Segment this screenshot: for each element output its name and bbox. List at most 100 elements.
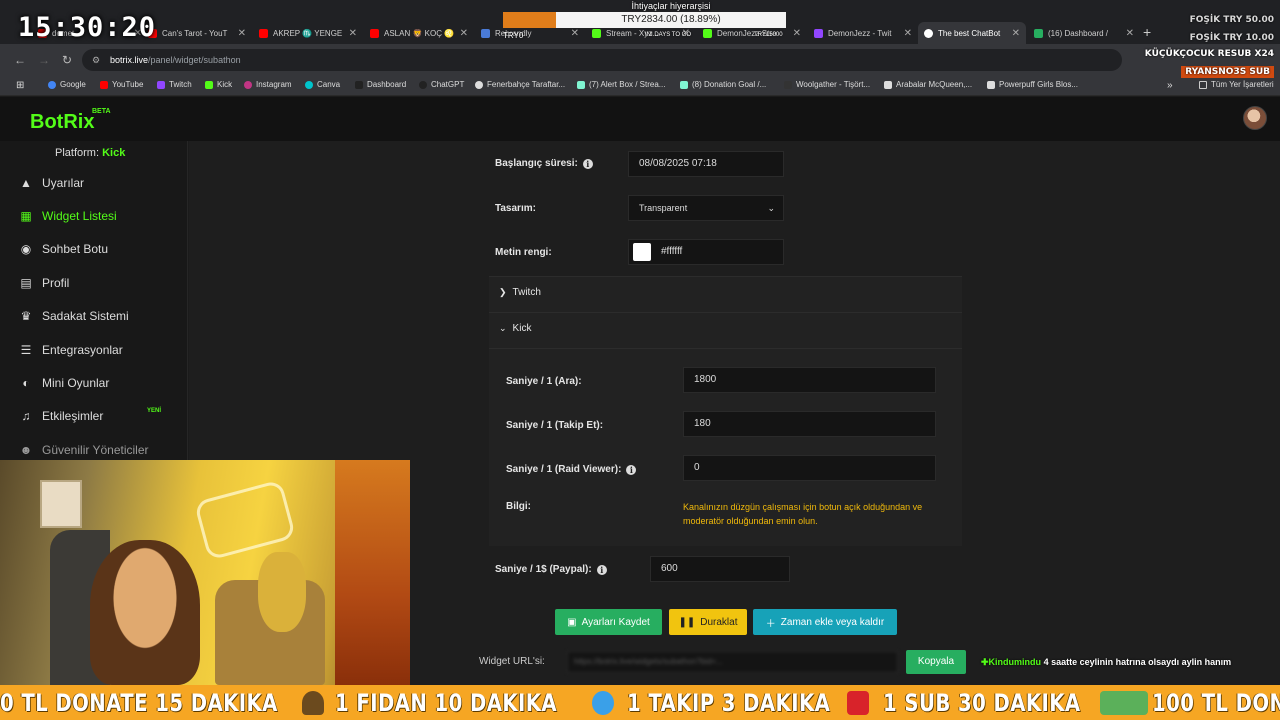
bookmark-dashboard[interactable]: Dashboard xyxy=(355,80,406,89)
url-field[interactable]: ⚙ botrix.live/panel/widget/subathon xyxy=(82,49,1122,71)
chevron-right-icon: ❯ xyxy=(499,287,507,297)
sidebar-item-interactions[interactable]: ♫ Etkileşimler xyxy=(18,405,104,427)
beta-badge: BETA xyxy=(92,108,111,115)
grid-icon: ▦ xyxy=(20,209,32,223)
botrix-logo[interactable]: BotRix xyxy=(30,111,94,134)
close-tab-icon[interactable]: ✕ xyxy=(904,28,912,39)
apps-grid-icon[interactable]: ⊞ xyxy=(16,80,24,91)
all-bookmarks[interactable]: Tüm Yer İşaretleri xyxy=(1199,80,1274,89)
bookmark-woolgather[interactable]: Woolgather - Tişört... xyxy=(784,80,870,89)
kick-follow-label: Saniye / 1 (Takip Et): xyxy=(506,420,604,431)
info-text: Kanalınızın düzgün çalışması için botun … xyxy=(683,502,923,526)
bookmark-youtube[interactable]: YouTube xyxy=(100,80,143,89)
bot-icon: ◉ xyxy=(20,242,32,256)
layers-icon: ☰ xyxy=(20,343,32,357)
info-icon[interactable]: i xyxy=(626,464,637,475)
bookmark-google[interactable]: Google xyxy=(48,80,86,89)
sidebar-item-integrations[interactable]: ☰ Entegrasyonlar xyxy=(18,339,123,361)
youtube-icon xyxy=(259,28,268,38)
add-remove-time-button[interactable]: ＋ Zaman ekle veya kaldır xyxy=(753,609,897,635)
color-swatch[interactable] xyxy=(633,243,651,261)
info-icon[interactable]: i xyxy=(582,158,593,169)
etsy-icon xyxy=(987,80,995,89)
sidebar-item-trusted-managers[interactable]: ☻ Güvenilir Yöneticiler xyxy=(18,439,149,461)
plus-icon: ＋ xyxy=(765,618,776,630)
start-time-input[interactable]: 08/08/2025 07:18 xyxy=(628,151,784,177)
design-select[interactable]: Transparent ⌄ xyxy=(628,195,784,221)
close-tab-icon[interactable]: ✕ xyxy=(460,28,468,39)
bookmark-alert-box[interactable]: (7) Alert Box / Strea... xyxy=(577,80,665,89)
browser-tab[interactable]: Can's Tarot - YouT ✕ xyxy=(148,22,246,44)
bookmark-donation-goal[interactable]: (8) Donation Goal /... xyxy=(680,80,766,89)
save-settings-button[interactable]: ▣ Ayarları Kaydet xyxy=(555,609,662,635)
browser-tab[interactable]: AKREP ♏ YENGE ✕ xyxy=(259,22,357,44)
close-tab-icon[interactable]: ✕ xyxy=(349,28,357,39)
bookmark-chatgpt[interactable]: ChatGPT xyxy=(419,80,464,89)
info-icon[interactable]: i xyxy=(596,564,607,575)
text-color-input[interactable]: #ffffff xyxy=(628,239,784,265)
users-icon: ☻ xyxy=(19,443,33,457)
sidebar-item-widget-list[interactable]: ▦ Widget Listesi xyxy=(18,205,116,227)
browser-tab-active[interactable]: The best ChatBot ✕ xyxy=(918,22,1026,44)
widget-url-input[interactable]: https://botrix.live/widgets/subathon?bid… xyxy=(567,651,898,673)
user-avatar[interactable] xyxy=(1243,106,1267,130)
copy-button[interactable]: Kopyala xyxy=(906,650,966,674)
twitch-accordion-header[interactable]: ❯ Twitch xyxy=(499,287,541,298)
bookmark-instagram[interactable]: Instagram xyxy=(244,80,292,89)
sidebar-item-alerts[interactable]: ▲ Uyarılar xyxy=(18,172,84,194)
forward-icon[interactable]: → xyxy=(38,53,50,67)
ticker-item: 1 TAKIP 3 DAKIKA xyxy=(627,689,831,717)
pause-button[interactable]: ❚❚ Duraklat xyxy=(669,609,747,635)
sidebar-item-loyalty[interactable]: ♛ Sadakat Sistemi xyxy=(18,305,129,327)
sidebar-item-mini-games[interactable]: ◐ Mini Oyunlar xyxy=(18,372,109,394)
widget-url-label: Widget URL'si: xyxy=(479,656,545,667)
close-tab-icon[interactable]: ✕ xyxy=(1126,28,1134,39)
save-icon: ▣ xyxy=(567,616,577,628)
paypal-label: Saniye / 1$ (Paypal): i xyxy=(495,564,607,575)
close-tab-icon[interactable]: ✕ xyxy=(238,28,246,39)
chevron-down-icon: ⌄ xyxy=(499,323,507,333)
music-icon: ♫ xyxy=(21,409,31,423)
streamlabs-icon xyxy=(680,80,688,89)
close-tab-icon[interactable]: ✕ xyxy=(793,28,801,39)
browser-tab[interactable]: ASLAN 🦁 KOÇ ♌ ✕ xyxy=(370,22,468,44)
botrix-icon xyxy=(924,28,933,38)
sidebar-item-profile[interactable]: ▤ Profil xyxy=(18,272,69,294)
kick-accordion-header[interactable]: ⌄ Kick xyxy=(499,323,531,334)
new-tab-button[interactable]: + xyxy=(1143,24,1151,40)
close-tab-icon[interactable]: ✕ xyxy=(1012,28,1020,39)
kick-sub-input[interactable]: 1800 xyxy=(683,367,936,393)
site-info-icon[interactable]: ⚙ xyxy=(92,49,100,71)
id-card-icon: ▤ xyxy=(20,276,32,290)
etsy-icon xyxy=(884,80,892,89)
bookmark-kick[interactable]: Kick xyxy=(205,80,232,89)
twitch-accordion[interactable] xyxy=(489,276,962,312)
try-small-label: TRY0 xyxy=(503,31,524,40)
more-bookmarks-icon[interactable]: » xyxy=(1167,80,1173,91)
paypal-input[interactable]: 600 xyxy=(650,556,790,582)
ticker-item: 100 TL DONA xyxy=(1152,689,1280,717)
start-time-label: Başlangıç süresi: i xyxy=(495,158,593,169)
kick-follow-input[interactable]: 180 xyxy=(683,411,936,437)
sidebar-item-chat-bot[interactable]: ◉ Sohbet Botu xyxy=(18,238,108,260)
browser-tab[interactable]: DemonJezz - Twit ✕ xyxy=(814,22,912,44)
bookmark-arabalar[interactable]: Arabalar McQueen,... xyxy=(884,80,972,89)
bookmark-twitch[interactable]: Twitch xyxy=(157,80,192,89)
plus-icon: ✚ xyxy=(981,657,989,667)
google-icon xyxy=(48,80,56,89)
bookmark-powerpuff[interactable]: Powerpuff Girls Blos... xyxy=(987,80,1078,89)
back-icon[interactable]: ← xyxy=(14,53,26,67)
chat-overlay-message: ✚Kindumindu 4 saatte ceylinin hatrına ol… xyxy=(981,657,1232,667)
kick-raid-input[interactable]: 0 xyxy=(683,455,936,481)
kick-accordion[interactable] xyxy=(489,312,962,348)
reload-icon[interactable]: ↻ xyxy=(62,53,72,67)
browser-tab[interactable]: (16) Dashboard / ✕ xyxy=(1034,22,1134,44)
streamlabs-icon xyxy=(1034,28,1043,38)
resub-alert: KÜÇÜKÇOCUK RESUB X24 xyxy=(1144,49,1274,59)
days-to-go-label: INI DAYS TO GO xyxy=(645,32,692,38)
ticker-item: 0 TL DONATE 15 DAKIKA xyxy=(0,689,278,717)
bookmark-canva[interactable]: Canva xyxy=(305,80,340,89)
needs-progress-bar xyxy=(503,12,556,28)
dashboard-icon xyxy=(355,80,363,89)
bookmark-fenerbahce[interactable]: Fenerbahçe Taraftar... xyxy=(475,80,565,89)
